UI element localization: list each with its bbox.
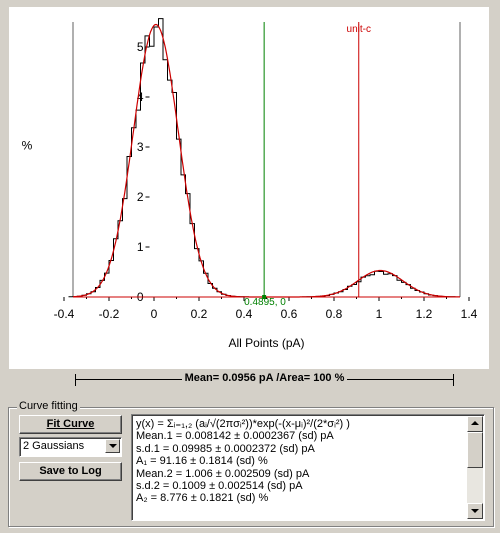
fit-result-line: s.d.2 = 0.1009 ± 0.002514 (sd) pA: [136, 480, 303, 493]
fit-results-text: y(x) = Σᵢ₌₁,₂ (aᵢ/√(2πσᵢ²))*exp(-(x-μᵢ)²…: [136, 418, 466, 505]
x-tick-label: 0.6: [281, 307, 298, 321]
mean-area-label: Mean= 0.0956 pA /Area= 100 %: [75, 372, 454, 384]
x-tick-label: -0.2: [99, 307, 120, 321]
fit-result-line: y(x) = Σᵢ₌₁,₂ (aᵢ/√(2πσᵢ²))*exp(-(x-μᵢ)²…: [136, 418, 350, 430]
model-select-value: 2 Gaussians: [23, 440, 85, 452]
fit-result-line: Mean.1 = 0.008142 ± 0.0002367 (sd) pA: [136, 430, 334, 443]
x-tick-label: 1.2: [416, 307, 433, 321]
curve-fitting-legend: Curve fitting: [17, 400, 80, 412]
x-axis-label: All Points (pA): [228, 336, 304, 350]
y-tick-label: 5: [137, 40, 144, 54]
y-tick-label: 1: [137, 240, 144, 254]
x-tick-label: 0.8: [326, 307, 343, 321]
range-bar: Mean= 0.0956 pA /Area= 100 %: [75, 372, 454, 386]
scroll-down-icon[interactable]: [467, 503, 483, 519]
results-scrollbar[interactable]: [467, 416, 483, 519]
fit-result-line: s.d.1 = 0.09985 ± 0.0002372 (sd) pA: [136, 442, 315, 455]
fit-result-line: A₂ = 8.776 ± 0.1821 (sd) %: [136, 492, 269, 505]
x-tick-label: 1.4: [461, 307, 478, 321]
fit-results-textarea[interactable]: y(x) = Σᵢ₌₁,₂ (aᵢ/√(2πσᵢ²))*exp(-(x-μᵢ)²…: [131, 414, 485, 521]
chart-svg: 0.4895, 0unit-c012345-0.4 -0.2 0 0.2 0.4 0.6 0…: [22, 18, 478, 350]
histogram-series: [68, 18, 456, 298]
y-tick-label: 2: [137, 190, 144, 204]
mean-area-text: Mean= 0.0956 pA /Area= 100 %: [181, 372, 348, 384]
chevron-down-icon[interactable]: [105, 439, 120, 453]
save-to-log-button[interactable]: Save to Log: [19, 462, 122, 481]
y-tick-label: 3: [137, 140, 144, 154]
cursor-point: [262, 295, 267, 299]
marker-label: unit-c: [347, 24, 371, 35]
x-tick-label: 1: [376, 307, 383, 321]
scroll-up-icon[interactable]: [467, 416, 483, 432]
fit-result-line: Mean.2 = 1.006 ± 0.002509 (sd) pA: [136, 467, 310, 480]
model-select[interactable]: 2 Gaussians: [19, 437, 122, 457]
fit-curve-label: Fit Curve: [46, 418, 95, 430]
fit-curve-button[interactable]: Fit Curve: [19, 415, 122, 434]
x-tick-label: 0: [151, 307, 158, 321]
y-axis-label: %: [22, 139, 33, 153]
scroll-thumb[interactable]: [467, 432, 483, 468]
x-tick-label: -0.4: [54, 307, 75, 321]
histogram-chart: 0.4895, 0 unit-c 0 1 2 3 4 5 -0.4 -0.2 0 0.2 0.4 0.6 0…: [9, 7, 489, 369]
x-tick-label: 0.2: [191, 307, 208, 321]
fit-curve-series: [72, 23, 460, 298]
fit-result-line: A₁ = 91.16 ± 0.1814 (sd) %: [136, 455, 268, 468]
x-tick-label: 0.4: [236, 307, 253, 321]
